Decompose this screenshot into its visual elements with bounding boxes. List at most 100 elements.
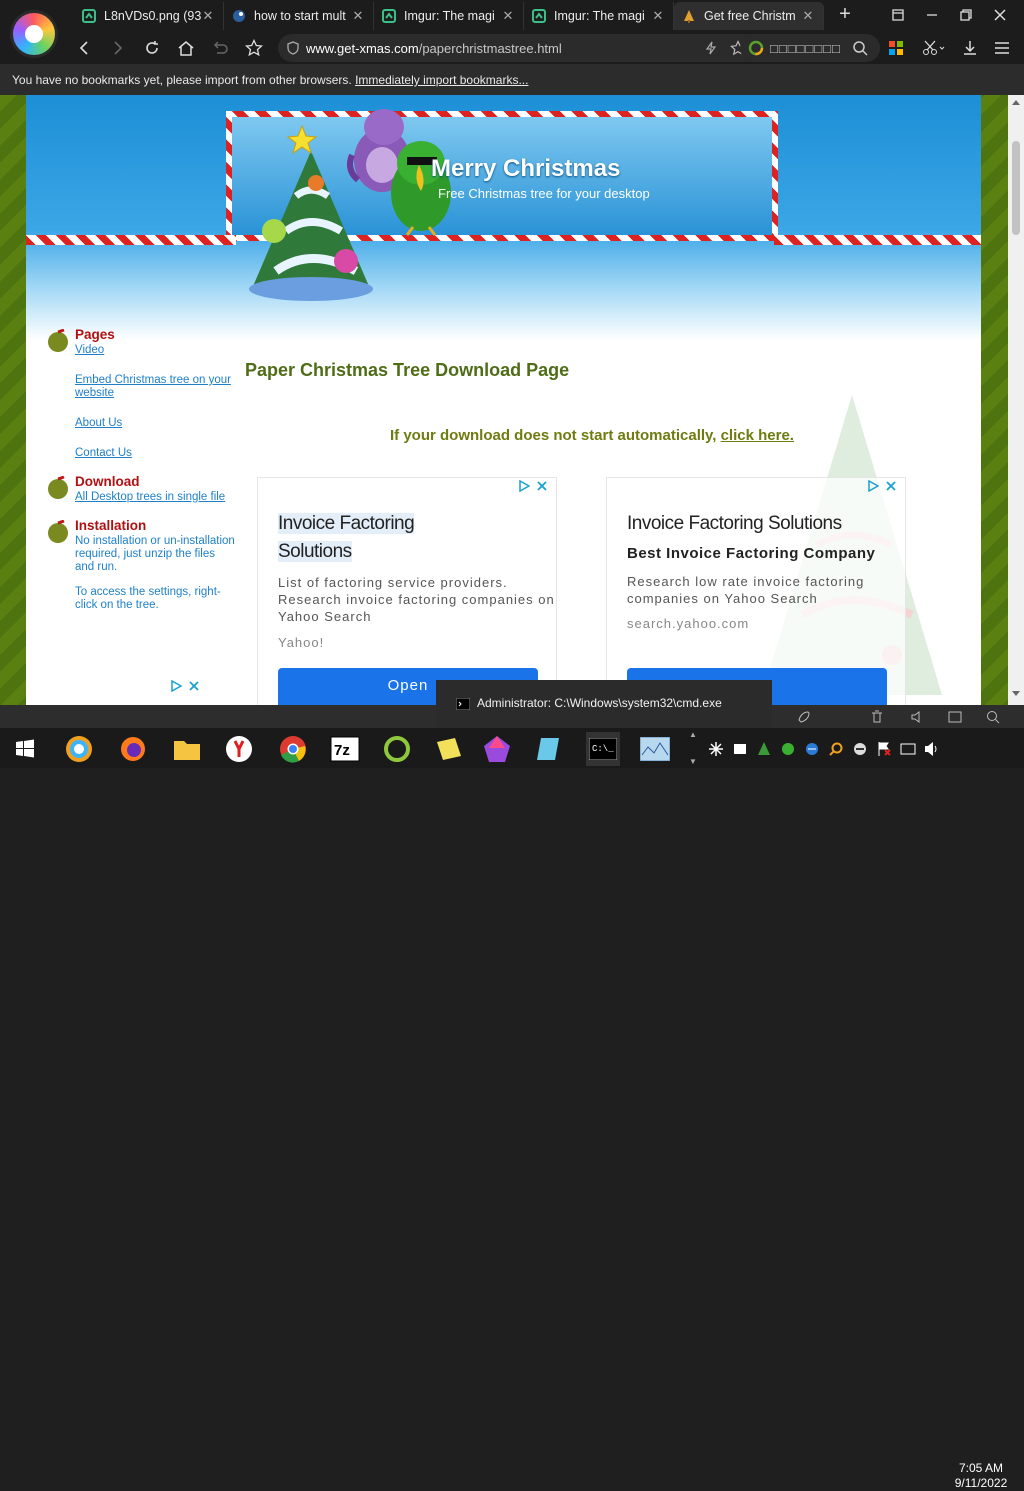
adchoices-icon[interactable] — [867, 480, 897, 492]
scroll-down-icon[interactable] — [1012, 691, 1020, 697]
7zip-icon[interactable]: 7z — [328, 732, 362, 766]
cmd-window-preview[interactable]: Administrator: C:\Windows\system32\cmd.e… — [436, 680, 772, 728]
vertical-scrollbar[interactable] — [1008, 95, 1024, 705]
close-window-button[interactable] — [986, 4, 1014, 26]
cmd-window-title: Administrator: C:\Windows\system32\cmd.e… — [477, 696, 722, 710]
sidebar-link-video[interactable]: Video — [75, 344, 236, 357]
zoom-icon[interactable] — [986, 710, 1000, 724]
forward-button[interactable] — [104, 34, 132, 62]
close-icon[interactable]: ✕ — [501, 8, 515, 24]
shield-icon[interactable] — [286, 41, 300, 55]
tray-network-icon[interactable] — [800, 732, 824, 766]
sidebar-heading: Pages — [75, 327, 115, 342]
rocket-icon[interactable] — [796, 710, 810, 724]
ad-unit-2[interactable]: Invoice Factoring Solutions Best Invoice… — [606, 477, 906, 705]
candy-stripe-left — [26, 235, 236, 245]
file-explorer-icon[interactable] — [170, 732, 204, 766]
sidebar-ad[interactable] — [44, 678, 206, 705]
close-icon[interactable]: ✕ — [801, 8, 815, 24]
search-icon[interactable] — [852, 40, 868, 56]
tab-3[interactable]: Imgur: The magi ✕ — [374, 2, 524, 30]
tablet-mode-icon[interactable] — [884, 4, 912, 26]
ad-title[interactable]: Invoice Factoring Solutions — [278, 510, 415, 566]
ad-source: search.yahoo.com — [627, 616, 750, 631]
close-icon[interactable]: ✕ — [351, 8, 365, 24]
speaker-icon[interactable] — [920, 732, 944, 766]
browser-logo-icon[interactable] — [10, 10, 58, 58]
scissors-icon[interactable] — [916, 34, 952, 62]
minimize-button[interactable] — [918, 4, 946, 26]
steam-icon — [232, 9, 246, 23]
apps-grid-icon[interactable] — [882, 34, 910, 62]
site-header: Merry Christmas Free Christmas tree for … — [26, 95, 981, 340]
ad-title[interactable]: Invoice Factoring Solutions — [627, 510, 842, 538]
tray-parrot-icon[interactable] — [776, 732, 800, 766]
search-engine-icon — [748, 40, 764, 56]
tray-white-icon[interactable] — [728, 732, 752, 766]
address-bar[interactable]: www.get-xmas.com/paperchristmastree.html — [278, 34, 786, 62]
crystal-app-icon[interactable] — [480, 732, 514, 766]
restore-button[interactable] — [952, 4, 980, 26]
scroll-up-icon[interactable] — [1012, 99, 1020, 105]
home-button[interactable] — [172, 34, 200, 62]
undo-close-tab-button[interactable] — [206, 34, 234, 62]
ad-unit-1[interactable]: Invoice Factoring Solutions List of facto… — [257, 477, 557, 705]
tab-5-active[interactable]: Get free Christm ✕ — [674, 2, 824, 30]
bookmark-star-icon[interactable] — [240, 34, 268, 62]
ornament-icon — [46, 520, 70, 544]
window-icon[interactable] — [948, 710, 962, 724]
tray-tree-icon[interactable] — [752, 732, 776, 766]
search-box[interactable]: □□□□□□□□ — [740, 34, 880, 62]
download-icon[interactable] — [956, 34, 984, 62]
firefox-icon[interactable] — [116, 732, 150, 766]
sidebar-heading: Installation — [75, 518, 147, 533]
snowflake-icon[interactable] — [704, 732, 728, 766]
cmd-icon — [456, 698, 470, 710]
tray-minus-icon[interactable] — [848, 732, 872, 766]
adchoices-icon[interactable] — [518, 480, 548, 492]
scrollbar-thumb[interactable] — [1012, 141, 1020, 235]
new-tab-button[interactable]: + — [834, 4, 856, 26]
adchoices-icon[interactable] — [170, 680, 200, 692]
tab-4[interactable]: Imgur: The magi ✕ — [524, 2, 674, 30]
chrome-icon[interactable] — [276, 732, 310, 766]
app-green-icon[interactable] — [380, 732, 414, 766]
sidebar-note: No installation or un-installation requi… — [75, 535, 235, 573]
yandex-icon[interactable] — [222, 732, 256, 766]
tab-2[interactable]: how to start mult ✕ — [224, 2, 374, 30]
close-icon[interactable]: ✕ — [201, 8, 215, 24]
reload-button[interactable] — [138, 34, 166, 62]
back-button[interactable] — [70, 34, 98, 62]
monitor-app-icon[interactable] — [638, 732, 672, 766]
sidebar-link-all-trees[interactable]: All Desktop trees in single file — [75, 491, 236, 504]
page-viewport[interactable]: Merry Christmas Free Christmas tree for … — [0, 95, 1008, 705]
clock-time: 7:05 AM — [958, 1461, 1004, 1475]
notepad-icon[interactable] — [532, 732, 566, 766]
system-clock[interactable]: 7:05 AM 9/11/2022 — [946, 1461, 1016, 1491]
bookmark-bar-text: You have no bookmarks yet, please import… — [12, 73, 356, 87]
close-icon[interactable]: ✕ — [651, 8, 665, 24]
tray-flag-icon[interactable] — [872, 732, 896, 766]
cmd-taskbar-icon[interactable]: C:\_ — [586, 732, 620, 766]
sticky-notes-icon[interactable] — [432, 732, 466, 766]
browser-taskbar-icon[interactable] — [62, 732, 96, 766]
click-here-link[interactable]: click here. — [721, 427, 794, 444]
tab-1[interactable]: L8nVDs0.png (93 ✕ — [74, 2, 224, 30]
sidebar-group-installation: Installation No installation or un-insta… — [46, 518, 236, 612]
import-bookmarks-link[interactable]: Immediately import bookmarks... — [355, 73, 528, 87]
windows-start-icon[interactable] — [8, 732, 42, 766]
trash-icon[interactable] — [870, 710, 884, 724]
tab-title: how to start mult — [254, 9, 346, 23]
sidebar-link-about[interactable]: About Us — [75, 417, 236, 430]
sidebar-link-contact[interactable]: Contact Us — [75, 447, 236, 460]
sidebar-link-embed[interactable]: Embed Christmas tree on your website — [75, 374, 236, 400]
candy-stripe-right — [774, 235, 981, 245]
ad-source: Yahoo! — [278, 635, 325, 650]
sidebar-group-download: Download All Desktop trees in single fil… — [46, 474, 236, 504]
lightning-icon[interactable] — [704, 41, 718, 55]
menu-icon[interactable] — [988, 34, 1016, 62]
taskbar-scroll[interactable]: ▲ ▼ — [686, 730, 700, 766]
tray-window-icon[interactable] — [896, 732, 920, 766]
tray-search-icon[interactable] — [824, 732, 848, 766]
volume-icon[interactable] — [910, 710, 924, 724]
